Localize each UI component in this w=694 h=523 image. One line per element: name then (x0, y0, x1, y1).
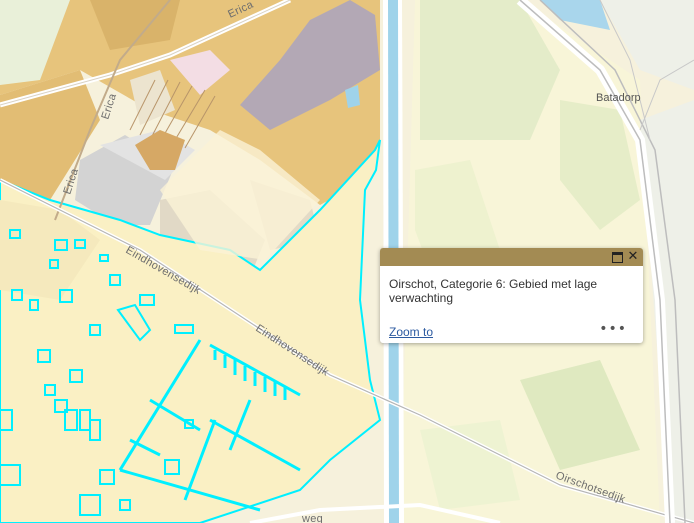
popup-header: ✕ (380, 248, 643, 266)
identify-popup: ✕ Oirschot, Categorie 6: Gebied met lage… (380, 248, 643, 343)
maximize-icon (611, 252, 623, 263)
popup-title: Oirschot, Categorie 6: Gebied met lage v… (389, 277, 598, 305)
road-label-weg: weg (301, 513, 323, 523)
place-label-batadorp: Batadorp (596, 92, 641, 104)
close-button[interactable]: ✕ (626, 250, 640, 264)
more-options-button[interactable]: ••• (599, 321, 627, 337)
maximize-button[interactable] (610, 250, 624, 264)
zoom-to-link[interactable]: Zoom to (389, 325, 433, 339)
